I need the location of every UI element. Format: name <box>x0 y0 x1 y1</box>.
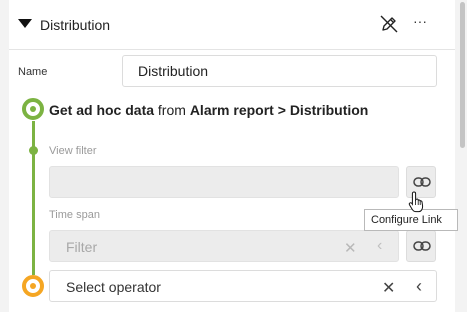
step-action: Get ad hoc data <box>49 102 155 118</box>
time-span-field: Filter ✕ ‹ <box>49 230 399 262</box>
step-separator: > <box>277 102 286 118</box>
sub-step-dot <box>29 146 38 155</box>
step-target: Distribution <box>289 102 369 118</box>
pencil-off-icon[interactable] <box>379 14 399 34</box>
panel-header: Distribution ··· <box>9 0 455 50</box>
timeline-rail-lower <box>32 151 35 275</box>
name-input[interactable] <box>122 55 437 87</box>
scrollbar-thumb[interactable] <box>460 2 465 148</box>
step-title: Get ad hoc data from Alarm report > Dist… <box>49 102 368 118</box>
view-filter-label: View filter <box>49 145 97 157</box>
triangle-down-icon[interactable] <box>18 19 32 29</box>
vertical-scrollbar[interactable] <box>458 0 467 312</box>
close-icon: ✕ <box>344 240 357 257</box>
chevron-left-icon: ‹ <box>377 237 383 254</box>
step-source: Alarm report <box>189 102 274 118</box>
step-from: from <box>157 102 186 118</box>
chevron-left-icon[interactable]: ‹ <box>416 276 422 297</box>
distribution-panel: Distribution ··· Name Get ad hoc data fr… <box>9 0 455 312</box>
operator-placeholder: Select operator <box>66 279 161 295</box>
link-icon <box>413 241 431 251</box>
more-options-icon[interactable]: ··· <box>413 13 427 29</box>
hand-pointer-icon <box>408 191 424 213</box>
step-node-icon <box>22 98 44 120</box>
time-span-link-button[interactable] <box>406 230 436 262</box>
time-span-label: Time span <box>49 209 100 221</box>
panel-title: Distribution <box>40 17 111 33</box>
time-span-placeholder: Filter <box>66 239 98 255</box>
view-filter-field <box>49 166 399 198</box>
close-icon[interactable]: ✕ <box>382 278 395 298</box>
pending-node-icon <box>22 275 44 297</box>
link-icon <box>413 177 431 187</box>
operator-select[interactable]: Select operator ✕ ‹ <box>49 270 437 302</box>
name-label: Name <box>18 66 48 78</box>
